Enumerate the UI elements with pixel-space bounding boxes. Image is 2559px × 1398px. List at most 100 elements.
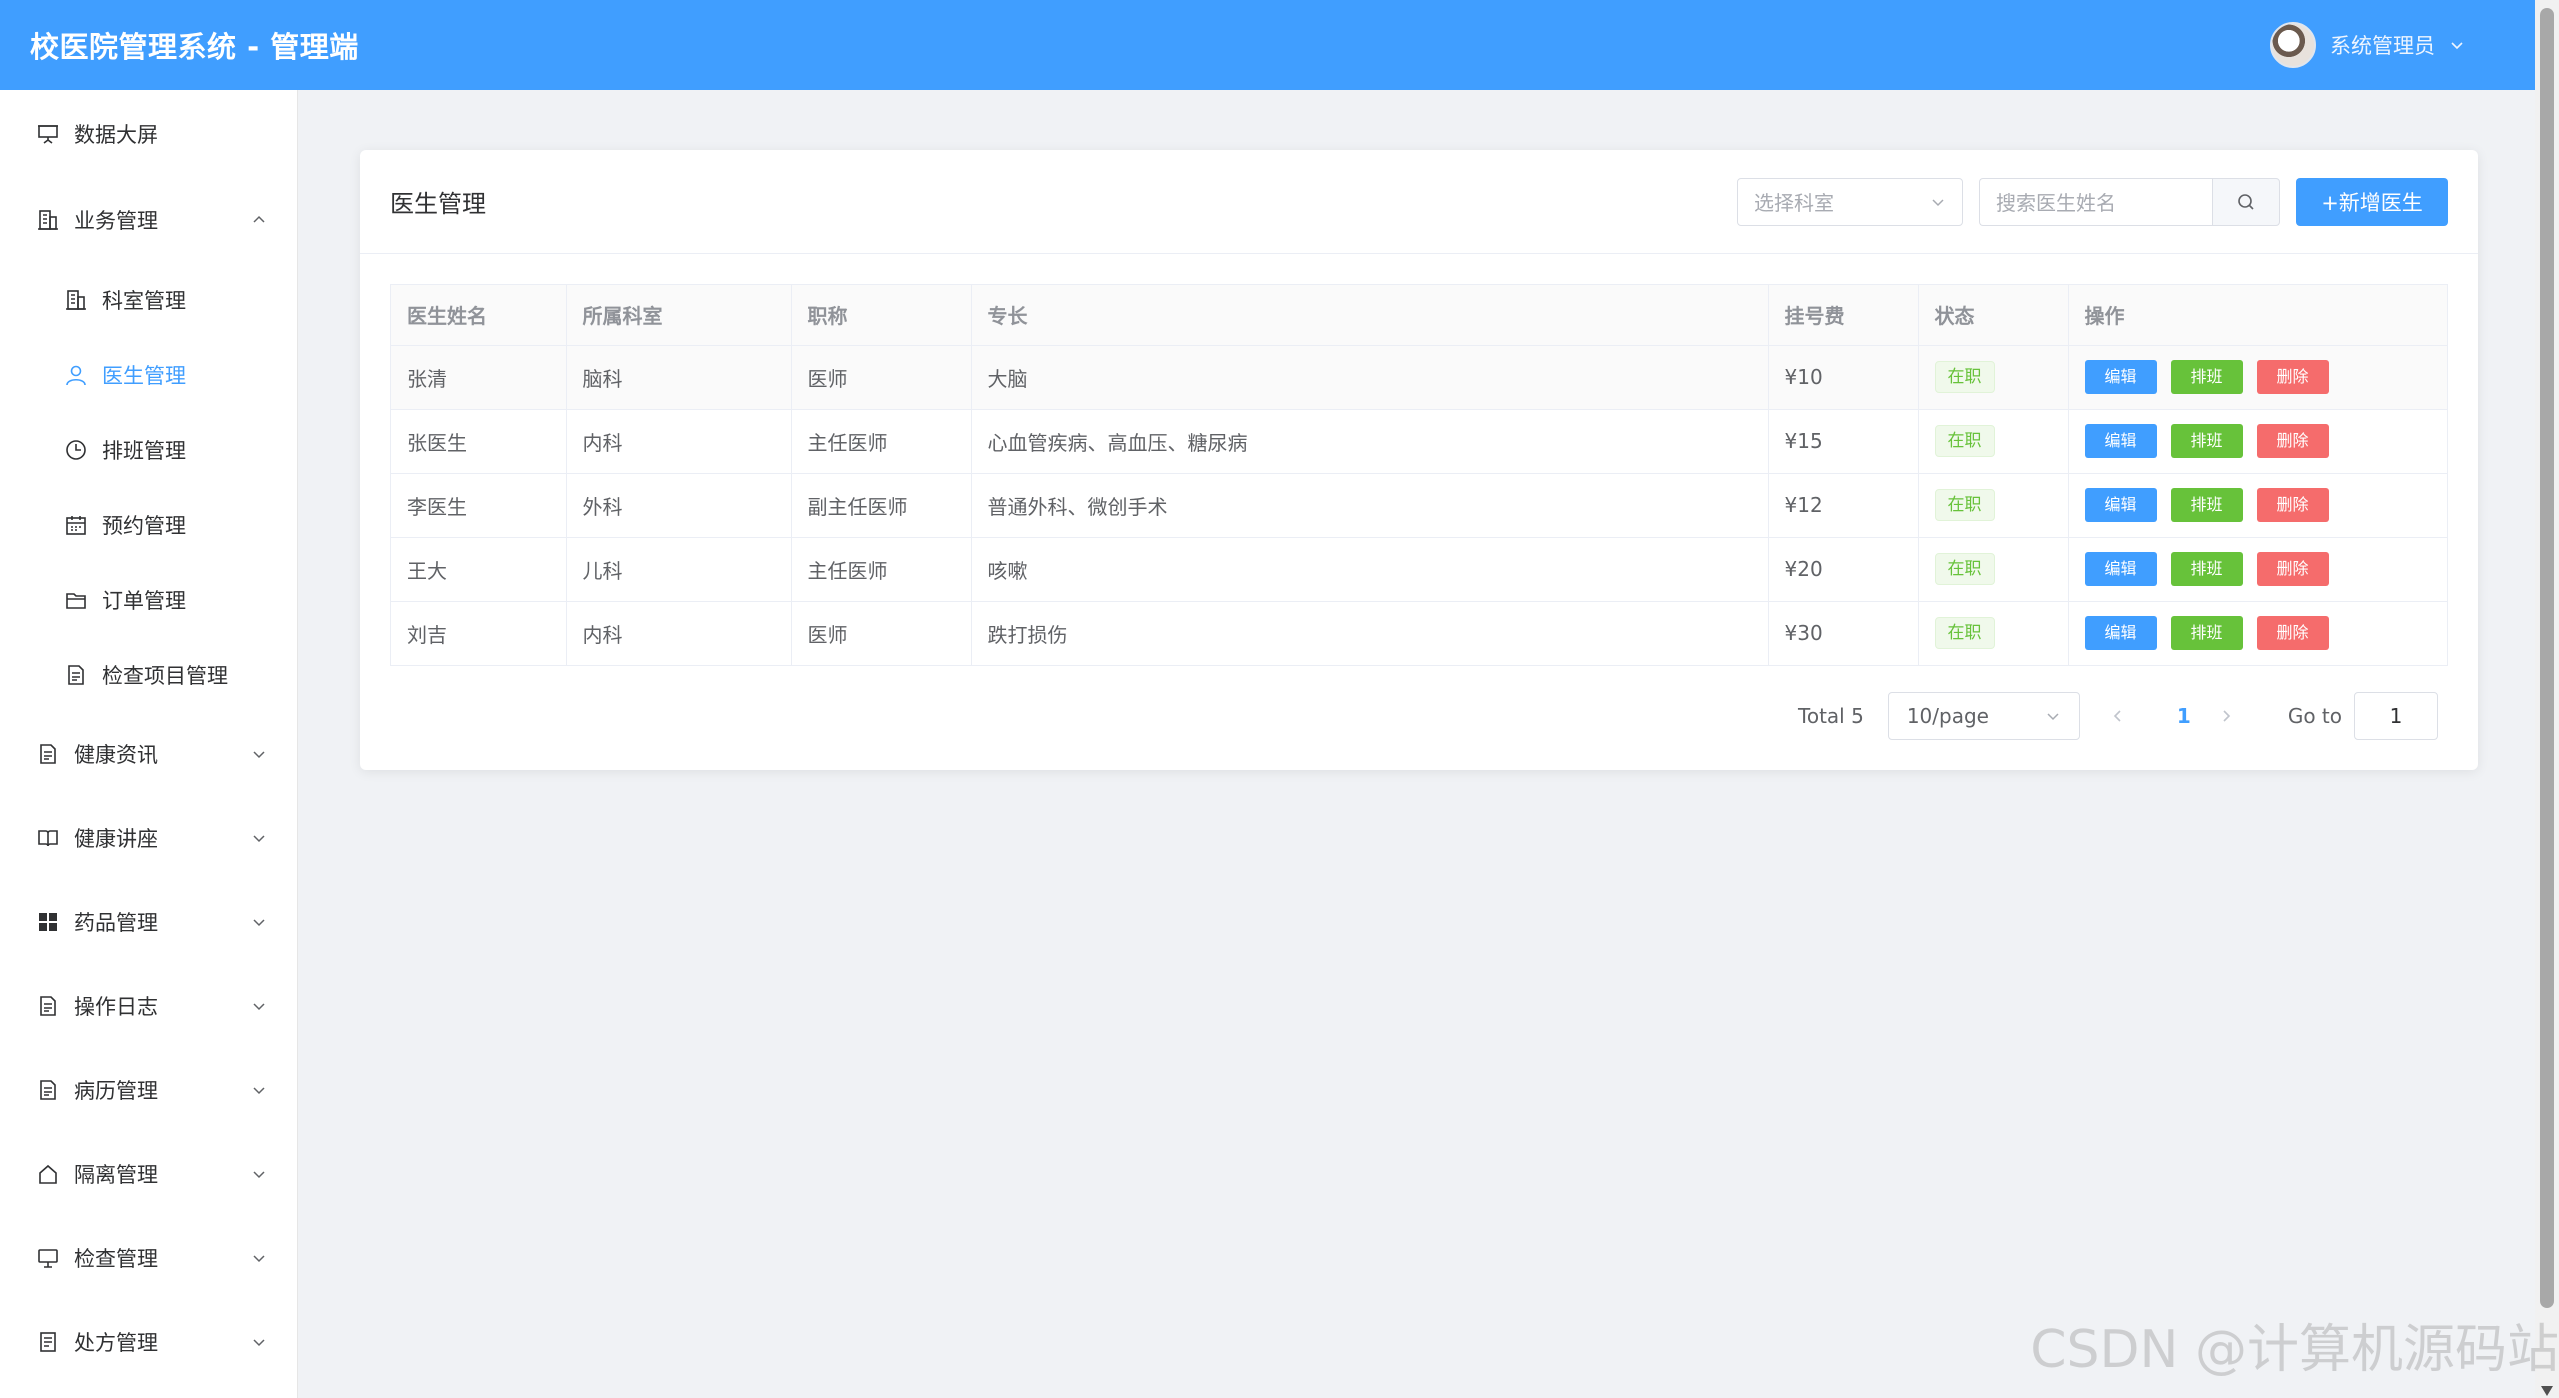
search-button[interactable]: [2212, 177, 2280, 226]
sidebar-item-operation-logs[interactable]: 操作日志: [0, 964, 297, 1048]
sidebar-item-exam-items[interactable]: 检查项目管理: [0, 637, 297, 712]
sidebar-item-prescriptions[interactable]: 处方管理: [0, 1300, 297, 1384]
doctor-specialty: 咳嗽: [971, 537, 1769, 602]
delete-button[interactable]: 删除: [2256, 424, 2329, 458]
app-title: 校医院管理系统 - 管理端: [30, 30, 359, 64]
add-doctor-button[interactable]: +新增医生: [2296, 177, 2448, 226]
department-select[interactable]: 选择科室: [1737, 177, 1963, 226]
chevron-down-icon: [251, 1334, 267, 1350]
chevron-down-icon: [251, 1082, 267, 1098]
edit-button[interactable]: 编辑: [2084, 360, 2157, 394]
status-cell: 在职: [1918, 345, 2069, 410]
delete-button[interactable]: 删除: [2256, 616, 2329, 651]
sidebar-item-orders[interactable]: 订单管理: [0, 562, 297, 637]
sidebar-item-schedules[interactable]: 排班管理: [0, 412, 297, 487]
sidebar-item-examinations[interactable]: 检查管理: [0, 1216, 297, 1300]
scrollbar-thumb[interactable]: [2540, 8, 2554, 1308]
next-page-button[interactable]: [2218, 708, 2258, 724]
top-header: 校医院管理系统 - 管理端 系统管理员: [0, 0, 2535, 90]
doctor-name: 李医生: [391, 473, 567, 538]
goto-page-input[interactable]: 1: [2354, 692, 2438, 740]
avatar[interactable]: [2270, 22, 2316, 68]
schedule-button[interactable]: 排班: [2170, 424, 2243, 458]
sidebar-item-dashboard[interactable]: 数据大屏: [0, 90, 297, 178]
sidebar-item-isolation[interactable]: 隔离管理: [0, 1132, 297, 1216]
edit-button[interactable]: 编辑: [2084, 488, 2157, 522]
page-title: 医生管理: [390, 190, 486, 218]
calendar-icon: [64, 513, 88, 537]
search-icon: [2236, 192, 2256, 212]
sidebar-item-departments[interactable]: 科室管理: [0, 262, 297, 337]
column-header: 职称: [791, 285, 972, 346]
doctor-title: 医师: [791, 345, 972, 410]
column-header: 专长: [971, 285, 1769, 346]
column-header: 所属科室: [566, 285, 792, 346]
scroll-down-arrow-icon[interactable]: [2541, 1386, 2553, 1396]
status-cell: 在职: [1918, 601, 2069, 665]
chevron-down-icon: [251, 830, 267, 846]
chevron-down-icon: [251, 746, 267, 762]
doctor-title: 副主任医师: [791, 473, 972, 538]
doctor-title: 主任医师: [791, 537, 972, 602]
page-number[interactable]: 1: [2164, 704, 2204, 728]
doctor-management-card: 医生管理 选择科室 搜索医生姓名 +新增医生 医生姓名 所属科室 职称 专长 挂…: [360, 150, 2478, 770]
table-row: 王大 儿科 主任医师 咳嗽 ¥20 在职 编辑 排班 删除: [391, 537, 2447, 602]
doctor-title: 医师: [791, 601, 972, 665]
sidebar-item-label: 健康资讯: [74, 743, 158, 767]
page-scrollbar[interactable]: [2535, 0, 2559, 1398]
table-header-row: 医生姓名 所属科室 职称 专长 挂号费 状态 操作: [391, 285, 2447, 346]
delete-button[interactable]: 删除: [2256, 360, 2329, 394]
doctor-fee: ¥30: [1768, 601, 1919, 665]
sidebar-item-label: 处方管理: [74, 1331, 158, 1355]
delete-button[interactable]: 删除: [2256, 552, 2329, 586]
business-submenu: 科室管理 医生管理 排班管理 预约管理 订单管理 检查项目管理: [0, 262, 297, 712]
sidebar: 数据大屏 业务管理 科室管理 医生管理 排班管理 预约管理 订单管理 检查项目管…: [0, 90, 298, 1398]
sidebar-item-business[interactable]: 业务管理: [0, 178, 297, 262]
document-icon: [36, 742, 60, 766]
list-document-icon: [36, 1330, 60, 1354]
presentation-icon: [36, 122, 60, 146]
table-row: 张医生 内科 主任医师 心血管疾病、高血压、糖尿病 ¥15 在职 编辑 排班 删除: [391, 409, 2447, 474]
actions-cell: 编辑 排班 删除: [2068, 473, 2447, 538]
status-badge: 在职: [1934, 489, 1995, 521]
pagination-total: Total 5: [1798, 704, 1864, 728]
schedule-button[interactable]: 排班: [2170, 360, 2243, 394]
actions-cell: 编辑 排班 删除: [2068, 345, 2447, 410]
page-size-value: 10/page: [1906, 704, 1989, 728]
chevron-down-icon[interactable]: [2449, 37, 2465, 53]
building-icon: [36, 208, 60, 232]
prev-page-button[interactable]: [2110, 708, 2150, 724]
grid-icon: [36, 910, 60, 934]
doctor-name: 王大: [391, 537, 567, 602]
user-menu[interactable]: 系统管理员: [2270, 22, 2465, 68]
watermark: CSDN @计算机源码站: [2030, 1320, 2559, 1380]
sidebar-item-medical-records[interactable]: 病历管理: [0, 1048, 297, 1132]
table-row: 李医生 外科 副主任医师 普通外科、微创手术 ¥12 在职 编辑 排班 删除: [391, 473, 2447, 538]
schedule-button[interactable]: 排班: [2170, 552, 2243, 586]
edit-button[interactable]: 编辑: [2084, 424, 2157, 458]
sidebar-item-health-news[interactable]: 健康资讯: [0, 712, 297, 796]
sidebar-item-medicines[interactable]: 药品管理: [0, 880, 297, 964]
edit-button[interactable]: 编辑: [2084, 552, 2157, 586]
sidebar-item-label: 病历管理: [74, 1079, 158, 1103]
doctor-dept: 儿科: [566, 537, 792, 602]
doctor-specialty: 大脑: [971, 345, 1769, 410]
pagination: Total 5 10/page 1 Go to 1: [1798, 692, 2438, 740]
edit-button[interactable]: 编辑: [2084, 616, 2157, 651]
sidebar-item-appointments[interactable]: 预约管理: [0, 487, 297, 562]
sidebar-item-label: 订单管理: [102, 588, 186, 613]
column-header: 状态: [1918, 285, 2069, 346]
actions-cell: 编辑 排班 删除: [2068, 601, 2447, 665]
doctor-table: 医生姓名 所属科室 职称 专长 挂号费 状态 操作 张清 脑科 医师 大脑 ¥1…: [390, 284, 2448, 666]
sidebar-item-doctors[interactable]: 医生管理: [0, 337, 297, 412]
delete-button[interactable]: 删除: [2256, 488, 2329, 522]
sidebar-item-health-lectures[interactable]: 健康讲座: [0, 796, 297, 880]
sidebar-item-label: 数据大屏: [74, 123, 158, 147]
sidebar-item-label: 健康讲座: [74, 827, 158, 851]
user-name[interactable]: 系统管理员: [2330, 30, 2435, 60]
document-icon: [64, 663, 88, 687]
page-size-select[interactable]: 10/page: [1887, 692, 2080, 740]
schedule-button[interactable]: 排班: [2170, 616, 2243, 651]
search-input[interactable]: 搜索医生姓名: [1979, 177, 2212, 226]
schedule-button[interactable]: 排班: [2170, 488, 2243, 522]
